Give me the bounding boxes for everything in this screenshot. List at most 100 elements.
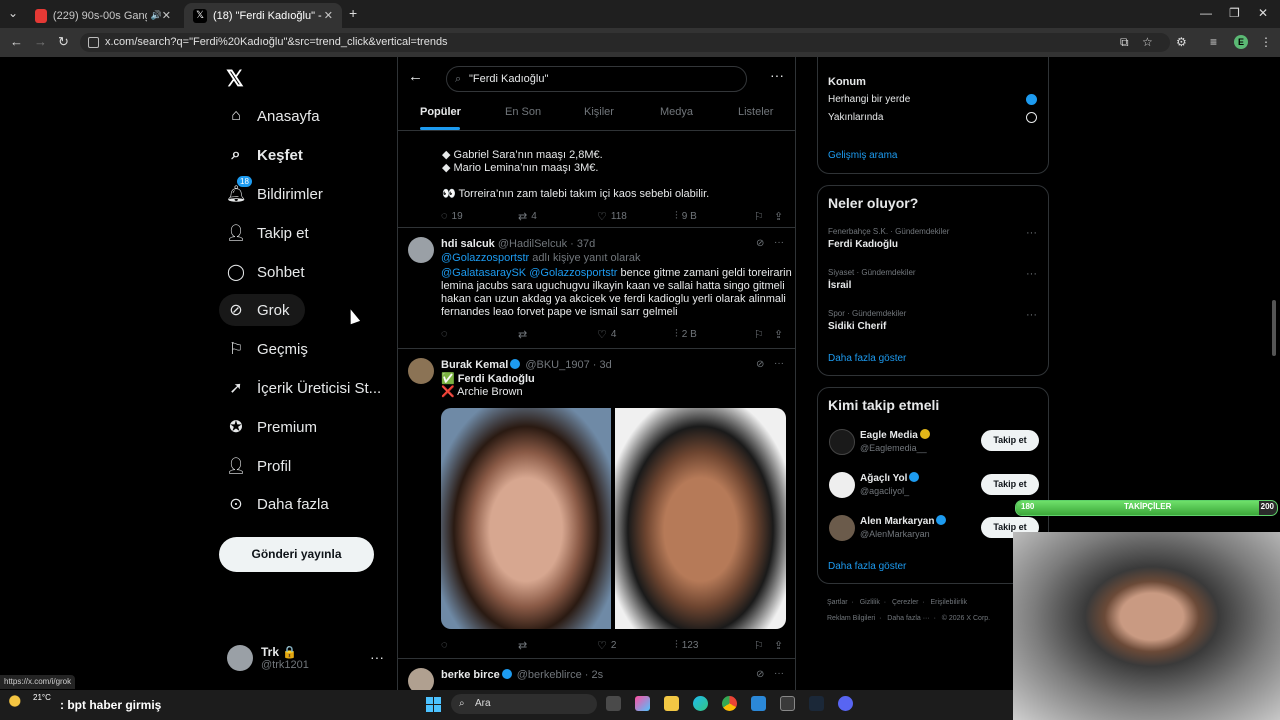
back-arrow-icon[interactable]: ← — [408, 68, 423, 85]
close-tab-icon[interactable]: ✕ — [162, 9, 171, 22]
footer-link-cookies[interactable]: Çerezler — [892, 599, 918, 606]
repost-button[interactable]: ⇄ 4 — [518, 210, 537, 223]
new-tab-icon[interactable]: + — [349, 5, 357, 21]
nav-follow[interactable]: 👤︎ Takip et — [226, 220, 309, 246]
tab-lists[interactable]: Listeler — [738, 106, 773, 118]
like-button[interactable]: ♡ 118 — [597, 210, 627, 223]
grok-icon[interactable]: ⊘ — [756, 359, 764, 370]
mention-link[interactable]: @GalatasaraySK — [441, 267, 526, 279]
reading-list-icon[interactable]: ≡ — [1210, 35, 1217, 49]
mention-link[interactable]: @Golazzosportstr — [529, 267, 617, 279]
bookmark-star-icon[interactable]: ☆ — [1142, 35, 1153, 49]
back-icon[interactable]: ← — [10, 34, 23, 49]
author-name[interactable]: berke birce — [441, 669, 500, 681]
nav-profile[interactable]: 👤︎ Profil — [226, 453, 291, 479]
more-icon[interactable]: ··· — [370, 649, 384, 665]
x-logo-icon[interactable]: 𝕏 — [226, 66, 244, 92]
advanced-search-link[interactable]: Gelişmiş arama — [828, 150, 897, 161]
taskbar-search[interactable]: ⌕ Ara — [451, 694, 597, 714]
grok-icon[interactable]: ⊘ — [756, 669, 764, 680]
author-handle[interactable]: @BKU_1907 — [525, 359, 589, 371]
weather-temp[interactable]: 21°C — [33, 693, 51, 702]
tab-popular[interactable]: Popüler — [420, 106, 461, 118]
browser-tab-x[interactable]: 𝕏 (18) "Ferdi Kadıoğlu" - Arama / X ✕ — [184, 3, 342, 28]
avatar[interactable] — [408, 358, 434, 384]
follow-button[interactable]: Takip et — [981, 474, 1039, 495]
close-window-icon[interactable]: ✕ — [1258, 6, 1268, 20]
footer-link-terms[interactable]: Şartlar — [827, 599, 848, 606]
browser-tab-youtube[interactable]: (229) 90s-00s Gangsta Rap 🔊 ✕ — [26, 3, 180, 28]
maximize-icon[interactable]: ❐ — [1229, 6, 1240, 20]
like-button[interactable]: ♡ 4 — [597, 328, 616, 341]
more-icon[interactable]: ··· — [774, 237, 784, 248]
more-icon[interactable]: ··· — [774, 358, 784, 369]
address-bar[interactable]: x.com/search?q="Ferdi%20Kadıoğlu"&src=tr… — [80, 33, 1170, 52]
extensions-icon[interactable]: ⚙ — [1176, 35, 1187, 49]
reload-icon[interactable]: ↻ — [58, 34, 69, 50]
tab-people[interactable]: Kişiler — [584, 106, 614, 118]
like-button[interactable]: ♡ 2 — [597, 639, 616, 652]
post-button[interactable]: Gönderi yayınla — [219, 537, 374, 572]
menu-icon[interactable]: ⋮ — [1260, 35, 1272, 49]
mention-link[interactable]: @Golazzosportstr — [441, 252, 529, 264]
post-time[interactable]: · 3d — [593, 359, 612, 371]
more-icon[interactable]: ··· — [1026, 268, 1037, 280]
minimize-icon[interactable]: — — [1200, 6, 1212, 20]
nav-notifications[interactable]: 🔔︎ 18 Bildirimler — [226, 176, 323, 207]
location-nearby-label[interactable]: Yakınlarında — [828, 112, 883, 123]
chrome-icon[interactable] — [722, 696, 737, 711]
reply-button[interactable]: ◌ — [441, 328, 452, 340]
footer-link-more[interactable]: Daha fazla ··· — [887, 615, 929, 622]
avatar[interactable] — [408, 237, 434, 263]
location-nearby-radio[interactable] — [1026, 112, 1037, 123]
location-anywhere-radio[interactable] — [1026, 94, 1037, 105]
suggestion-name[interactable]: Alen Markaryan — [860, 515, 948, 527]
reply-button[interactable]: ◌ 19 — [441, 210, 463, 222]
footer-link-accessibility[interactable]: Erişilebilirlik — [931, 599, 968, 606]
edge-icon[interactable] — [693, 696, 708, 711]
trend-name[interactable]: İsrail — [828, 280, 851, 291]
nav-premium[interactable]: ✪ Premium — [226, 414, 317, 440]
speaker-icon[interactable]: 🔊 — [151, 10, 162, 21]
nav-grok[interactable]: ⊘ Grok — [226, 297, 289, 323]
nav-explore[interactable]: ⌕ Keşfet — [226, 142, 303, 168]
share-button[interactable]: ⇪ — [774, 210, 787, 223]
more-icon[interactable]: ··· — [770, 67, 784, 83]
share-button[interactable]: ⇪ — [774, 328, 787, 341]
weather-icon[interactable] — [6, 694, 28, 708]
tab-latest[interactable]: En Son — [505, 106, 541, 118]
post-image[interactable] — [441, 408, 611, 629]
trend-name[interactable]: Sidiki Cherif — [828, 321, 886, 332]
grok-icon[interactable]: ⊘ — [756, 238, 764, 249]
suggestion-name[interactable]: Ağaçlı Yol — [860, 472, 921, 484]
post-image[interactable] — [615, 408, 786, 629]
task-view-icon[interactable] — [606, 696, 621, 711]
obs-icon[interactable] — [780, 696, 795, 711]
tab-search-icon[interactable]: ⌄ — [8, 6, 18, 20]
tab-media[interactable]: Medya — [660, 106, 693, 118]
suggestion-name[interactable]: Eagle Media — [860, 429, 932, 441]
show-more-link[interactable]: Daha fazla göster — [828, 353, 906, 364]
reply-button[interactable]: ◌ — [441, 639, 452, 651]
nav-home[interactable]: ⌂ Anasayfa — [226, 103, 319, 129]
nav-bookmarks[interactable]: ⚐ Geçmiş — [226, 336, 308, 362]
avatar[interactable] — [829, 429, 855, 455]
steam-icon[interactable] — [809, 696, 824, 711]
repost-button[interactable]: ⇄ — [518, 328, 531, 341]
repost-button[interactable]: ⇄ — [518, 639, 531, 652]
scrollbar-thumb[interactable] — [1272, 300, 1276, 356]
location-anywhere-label[interactable]: Herhangi bir yerde — [828, 94, 910, 105]
avatar[interactable] — [829, 472, 855, 498]
follow-button[interactable]: Takip et — [981, 430, 1039, 451]
post-time[interactable]: · 37d — [570, 238, 595, 250]
cast-icon[interactable]: ⧉ — [1120, 35, 1129, 50]
post-time[interactable]: · 2s — [585, 669, 603, 681]
close-tab-icon[interactable]: ✕ — [324, 9, 333, 22]
windows-start-icon[interactable] — [426, 697, 441, 712]
footer-link-ads[interactable]: Reklam Bilgileri — [827, 615, 875, 622]
author-name[interactable]: Burak Kemal — [441, 359, 508, 371]
more-icon[interactable]: ··· — [1026, 309, 1037, 321]
nav-more[interactable]: ⊙ Daha fazla — [226, 491, 328, 517]
search-input[interactable]: ⌕ "Ferdi Kadıoğlu" — [446, 66, 747, 92]
store-icon[interactable] — [751, 696, 766, 711]
